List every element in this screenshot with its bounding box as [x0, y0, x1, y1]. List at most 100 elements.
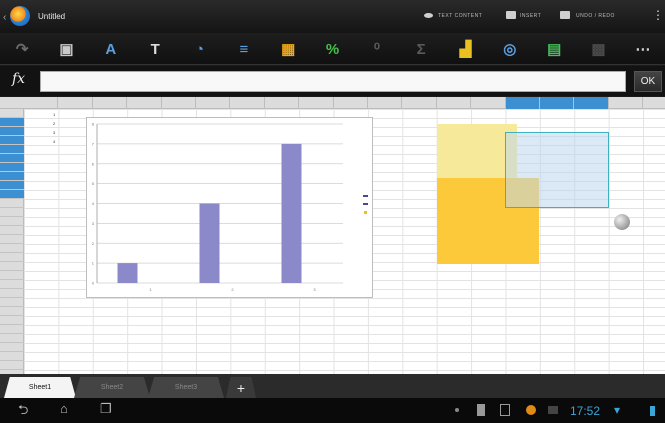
cell-value[interactable]: 2	[53, 121, 55, 126]
row-header-cell[interactable]	[0, 190, 24, 199]
column-header-cell[interactable]	[230, 97, 265, 109]
row-header-cell[interactable]	[0, 136, 24, 145]
column-header-cell[interactable]	[127, 97, 162, 109]
insert-icon	[506, 11, 516, 19]
rotate-handle[interactable]	[614, 214, 630, 230]
column-header-cell[interactable]	[402, 97, 437, 109]
cell-value[interactable]: 1	[53, 112, 55, 117]
wifi-icon: ▾	[614, 403, 621, 417]
row-header-cell[interactable]	[0, 235, 24, 244]
row-header-cell[interactable]	[0, 325, 24, 334]
y-tick-label: 1	[92, 261, 95, 266]
row-header-cell[interactable]	[0, 280, 24, 289]
function-icon[interactable]: fx	[12, 71, 25, 87]
document-title: Untitled	[38, 12, 66, 21]
row-header-cell[interactable]	[0, 172, 24, 181]
cell-format-icon[interactable]: ▦	[277, 38, 299, 60]
y-tick-label: 5	[92, 181, 95, 186]
row-header-cell[interactable]	[0, 352, 24, 361]
selected-blue-rectangle-shape[interactable]	[505, 132, 609, 208]
formatting-toolbar: ↷ ▣ A T ◔ ≡ ▦% ⁰ Σ ▟ ◎ ▤ ▩ ⋯	[0, 33, 665, 65]
back-icon[interactable]: ⮌	[18, 401, 28, 423]
ok-button[interactable]: OK	[634, 71, 662, 92]
table-icon[interactable]: ▤	[543, 38, 565, 60]
cell-value[interactable]: 3	[53, 130, 55, 135]
italic-text-icon[interactable]: T	[144, 38, 166, 60]
bar-chart[interactable]: 0 1 2 3 4 5 6 7 8 1 2 3	[86, 117, 373, 298]
row-header-cell[interactable]	[0, 253, 24, 262]
more-icon[interactable]: ⋯	[632, 38, 654, 60]
row-header-cell[interactable]	[0, 217, 24, 226]
row-header-cell[interactable]	[0, 181, 24, 190]
row-header-cell[interactable]	[0, 163, 24, 172]
add-sheet-button[interactable]: +	[226, 377, 256, 398]
legend-swatch	[363, 195, 368, 197]
row-header-cell[interactable]	[0, 226, 24, 235]
paste-icon[interactable]: ▣	[56, 38, 78, 60]
row-header-cell[interactable]	[0, 343, 24, 352]
row-header-cell[interactable]	[0, 199, 24, 208]
freeze-icon[interactable]: ▩	[588, 38, 610, 60]
row-header-cell[interactable]	[0, 334, 24, 343]
clock: 17:52	[570, 404, 601, 418]
row-header-cell[interactable]	[0, 361, 24, 370]
font-size-icon[interactable]: A	[100, 38, 122, 60]
column-header-cell[interactable]	[196, 97, 231, 109]
column-header[interactable]	[0, 97, 665, 109]
row-header[interactable]	[0, 109, 24, 374]
row-header-cell[interactable]	[0, 244, 24, 253]
row-header-cell[interactable]	[0, 289, 24, 298]
column-header-cell[interactable]	[265, 97, 300, 109]
recent-apps-icon[interactable]: ❐	[100, 401, 112, 417]
title-bar: ‹ Untitled TEXT CONTENT INSERT UNDO / RE…	[0, 0, 665, 33]
column-header-cell[interactable]	[643, 97, 665, 109]
tab-sheet2[interactable]: Sheet2	[74, 377, 150, 398]
percent-icon[interactable]: %	[322, 38, 344, 60]
chart-icon[interactable]: ▟	[455, 38, 477, 60]
column-header-cell[interactable]	[162, 97, 196, 109]
spreadsheet-grid[interactable]: 1 2 3 4 0 1 2 3 4 5 6 7 8 1 2 3	[0, 97, 665, 374]
fill-color-icon[interactable]: ◔	[189, 38, 211, 60]
row-header-cell[interactable]	[0, 109, 24, 118]
row-header-cell[interactable]	[0, 154, 24, 163]
notification-dot-icon	[455, 408, 459, 412]
find-icon[interactable]: ◎	[499, 38, 521, 60]
column-header-cell[interactable]	[24, 97, 59, 109]
row-header-cell[interactable]	[0, 145, 24, 154]
keyboard-icon	[548, 406, 558, 414]
overflow-menu-icon[interactable]: ⋮	[652, 8, 664, 22]
column-header-cell[interactable]	[471, 97, 506, 109]
row-header-cell[interactable]	[0, 118, 24, 127]
row-header-cell[interactable]	[0, 307, 24, 316]
insert-action[interactable]: INSERT	[520, 13, 541, 19]
undo-redo-action[interactable]: UNDO / REDO	[576, 13, 615, 19]
column-header-cell[interactable]	[437, 97, 472, 109]
row-header-cell[interactable]	[0, 262, 24, 271]
row-header-cell[interactable]	[0, 298, 24, 307]
column-header-cell[interactable]	[93, 97, 128, 109]
column-header-cell[interactable]	[58, 97, 93, 109]
formula-input[interactable]	[40, 71, 626, 92]
column-header-cell[interactable]	[368, 97, 403, 109]
align-icon[interactable]: ≡	[233, 38, 255, 60]
redo-icon[interactable]: ↷	[11, 38, 33, 60]
row-header-cell[interactable]	[0, 127, 24, 136]
column-header-cell[interactable]	[334, 97, 368, 109]
tab-sheet3[interactable]: Sheet3	[148, 377, 224, 398]
column-header-cell[interactable]	[574, 97, 609, 109]
sum-icon[interactable]: Σ	[410, 38, 432, 60]
text-content-action[interactable]: TEXT CONTENT	[438, 13, 482, 19]
row-header-cell[interactable]	[0, 271, 24, 280]
column-header-cell[interactable]	[505, 97, 540, 109]
cell-value[interactable]: 4	[53, 139, 55, 144]
column-header-cell[interactable]	[540, 97, 575, 109]
back-icon[interactable]: ‹	[3, 12, 6, 23]
decimal-icon[interactable]: ⁰	[366, 38, 388, 60]
row-header-cell[interactable]	[0, 316, 24, 325]
home-icon[interactable]: ⌂	[60, 401, 68, 416]
tab-sheet1[interactable]: Sheet1	[4, 377, 76, 398]
y-tick-label: 3	[92, 221, 95, 226]
column-header-cell[interactable]	[609, 97, 644, 109]
column-header-cell[interactable]	[299, 97, 334, 109]
row-header-cell[interactable]	[0, 208, 24, 217]
